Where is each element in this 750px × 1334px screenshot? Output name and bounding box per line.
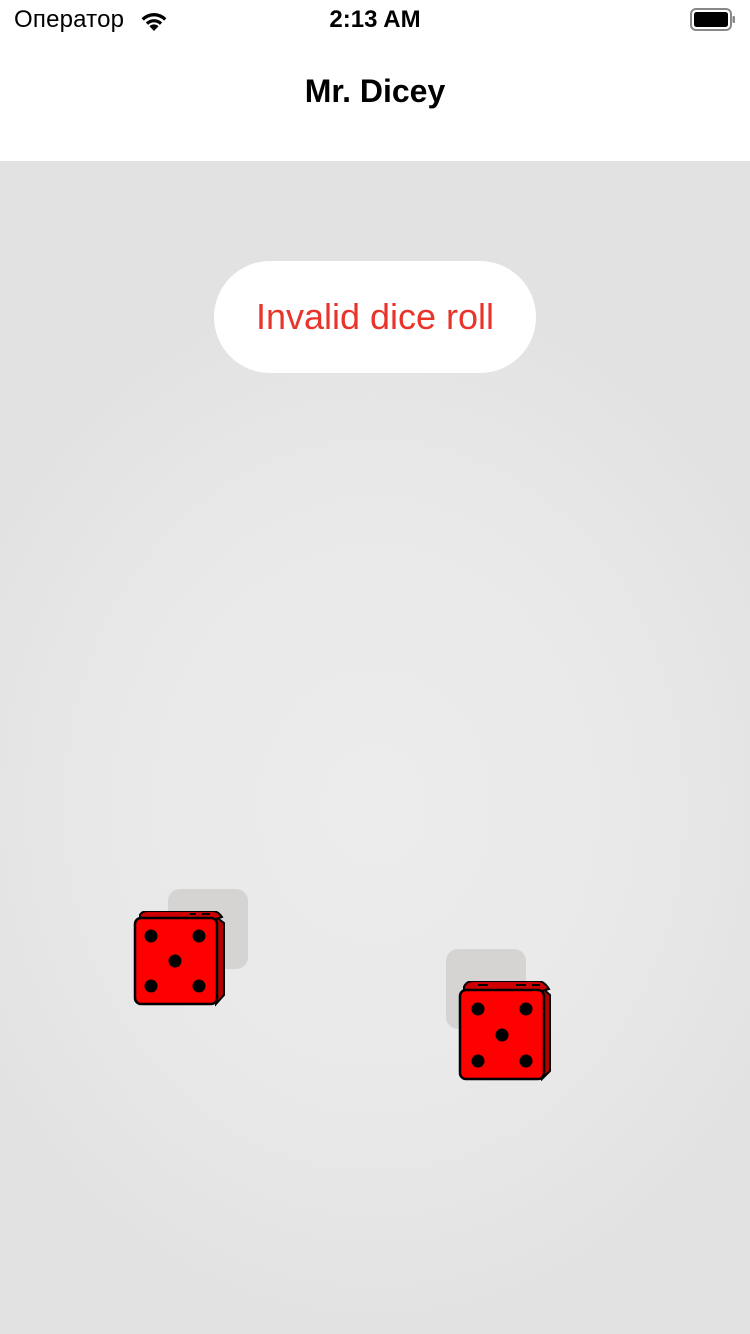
status-time: 2:13 AM	[329, 6, 421, 33]
battery-icon	[690, 7, 736, 33]
die-right-face-five	[458, 981, 551, 1082]
dice-table[interactable]: Invalid dice roll	[0, 161, 750, 1334]
die-right[interactable]	[444, 949, 564, 1089]
navigation-bar: Mr. Dicey	[0, 40, 750, 160]
invalid-roll-toast: Invalid dice roll	[214, 261, 536, 373]
status-bar: Оператор 2:13 AM	[0, 0, 750, 40]
die-left[interactable]	[132, 889, 252, 1009]
die-left-face-five	[133, 911, 225, 1007]
nav-title: Mr. Dicey	[304, 73, 446, 109]
